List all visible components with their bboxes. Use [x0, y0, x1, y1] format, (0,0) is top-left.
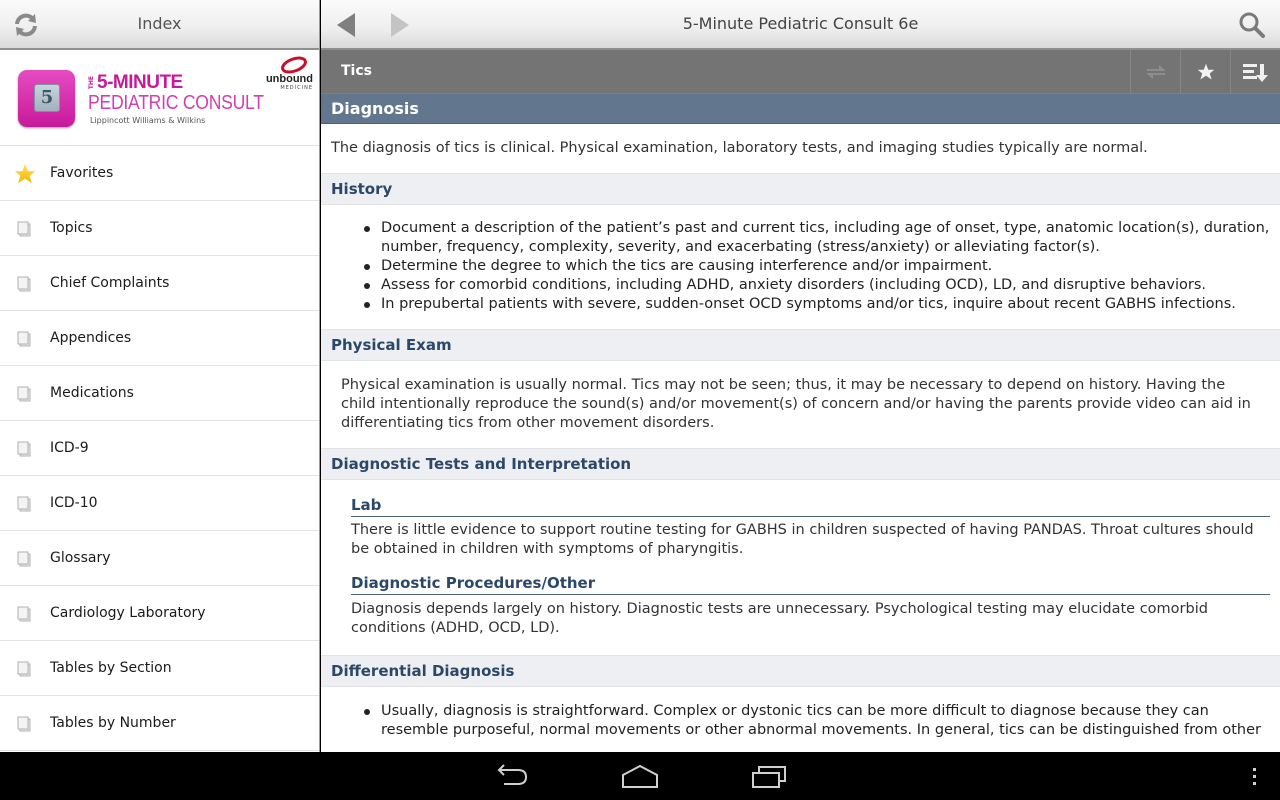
index-item-topics[interactable]: Topics: [0, 201, 319, 256]
home-icon[interactable]: [620, 764, 660, 788]
book-title: 5-Minute Pediatric Consult 6e: [682, 14, 919, 33]
topic-bar: Tics: [321, 50, 1280, 94]
search-icon[interactable]: [1238, 11, 1266, 39]
section-heading-differential-diagnosis[interactable]: Differential Diagnosis: [321, 655, 1280, 687]
index-item-label: Topics: [50, 220, 93, 236]
subheading-lab: Lab: [351, 496, 1270, 517]
index-item-tables-by-number[interactable]: Tables by Number: [0, 696, 319, 751]
section-heading-physical-exam[interactable]: Physical Exam: [321, 329, 1280, 361]
index-item-label: Appendices: [50, 330, 132, 346]
back-icon[interactable]: [494, 764, 530, 788]
document-stack-icon: [17, 551, 31, 567]
index-header: Index: [0, 0, 319, 50]
lab-text: There is little evidence to support rout…: [351, 522, 1254, 557]
logo-title-line2: PEDIATRIC CONSULT: [88, 92, 264, 114]
content-pane: 5-Minute Pediatric Consult 6e Tics Diagn…: [321, 0, 1280, 752]
favorite-button[interactable]: [1180, 50, 1230, 93]
index-item-label: Favorites: [50, 165, 114, 181]
sections-menu-button[interactable]: [1230, 50, 1280, 93]
index-item-label: Glossary: [50, 550, 111, 566]
section-heading-diagnostic-tests[interactable]: Diagnostic Tests and Interpretation: [321, 448, 1280, 480]
index-item-label: Medications: [50, 385, 134, 401]
index-item-label: Cardiology Laboratory: [50, 605, 206, 621]
index-item-medications[interactable]: Medications: [0, 366, 319, 421]
differential-list: Usually, diagnosis is straightforward. C…: [321, 687, 1280, 740]
list-item: Assess for comorbid conditions, includin…: [361, 276, 1270, 295]
index-list: Favorites Topics Chief Complaints Append…: [0, 146, 319, 751]
document-stack-icon: [17, 386, 31, 402]
document-stack-icon: [17, 441, 31, 457]
link-toggle-button[interactable]: [1130, 50, 1180, 93]
index-item-label: Chief Complaints: [50, 275, 170, 291]
index-item-label: Tables by Number: [50, 715, 176, 731]
subheading-diagnostic-procedures: Diagnostic Procedures/Other: [351, 574, 1270, 595]
index-item-glossary[interactable]: Glossary: [0, 531, 319, 586]
logo-publisher: Lippincott Williams & Wilkins: [90, 116, 206, 125]
physical-exam-text: Physical examination is usually normal. …: [341, 377, 1251, 431]
unbound-brand-name: unbound: [265, 73, 313, 85]
document-stack-icon: [17, 606, 31, 622]
star-icon: [14, 163, 36, 184]
logo-the: THE: [88, 76, 95, 90]
swap-arrows-icon: [1145, 64, 1166, 79]
index-item-icd-9[interactable]: ICD-9: [0, 421, 319, 476]
index-item-cardiology-laboratory[interactable]: Cardiology Laboratory: [0, 586, 319, 641]
star-icon: [1197, 63, 1214, 79]
unbound-swoosh-icon: [281, 56, 307, 74]
logo-cube: 5: [34, 84, 60, 112]
list-item: Usually, diagnosis is straightforward. C…: [361, 702, 1270, 740]
topic-content: Diagnosis The diagnosis of tics is clini…: [321, 94, 1280, 752]
section-heading-history[interactable]: History: [321, 173, 1280, 205]
index-item-label: ICD-9: [50, 440, 89, 456]
system-navigation-bar: [0, 752, 1280, 800]
diagnostic-tests-body: Lab There is little evidence to support …: [321, 480, 1280, 655]
document-stack-icon: [17, 496, 31, 512]
list-item: In prepubertal patients with severe, sud…: [361, 295, 1270, 314]
index-item-label: Tables by Section: [50, 660, 172, 676]
topic-title: Tics: [341, 63, 372, 79]
unbound-medicine-logo: unbound MEDICINE: [266, 56, 313, 91]
document-stack-icon: [17, 716, 31, 732]
diagnosis-intro: The diagnosis of tics is clinical. Physi…: [331, 140, 1148, 156]
document-stack-icon: [17, 331, 31, 347]
document-stack-icon: [17, 276, 31, 292]
index-item-appendices[interactable]: Appendices: [0, 311, 319, 366]
section-heading-diagnosis: Diagnosis: [321, 94, 1280, 124]
section-menu-icon: [1242, 63, 1268, 82]
index-title: Index: [137, 14, 182, 33]
index-item-icd-10[interactable]: ICD-10: [0, 476, 319, 531]
procedures-text: Diagnosis depends largely on history. Di…: [351, 601, 1208, 636]
app-logo-banner: 5 THE 5-MINUTE PEDIATRIC CONSULT Lippinc…: [0, 50, 319, 146]
index-item-favorites[interactable]: Favorites: [0, 146, 319, 201]
index-pane: Index 5 THE 5-MINUTE PEDIATRIC CONSULT L…: [0, 0, 320, 752]
document-stack-icon: [17, 221, 31, 237]
content-header: 5-Minute Pediatric Consult 6e: [321, 0, 1280, 50]
index-item-chief-complaints[interactable]: Chief Complaints: [0, 256, 319, 311]
logo-title-line1: 5-MINUTE: [97, 72, 183, 93]
index-item-label: ICD-10: [50, 495, 98, 511]
list-item: Document a description of the patient’s …: [361, 219, 1270, 257]
recent-apps-icon[interactable]: [750, 764, 788, 788]
app-logo-icon: 5: [18, 70, 75, 127]
unbound-brand-sub: MEDICINE: [280, 85, 313, 91]
index-item-tables-by-section[interactable]: Tables by Section: [0, 641, 319, 696]
document-stack-icon: [17, 661, 31, 677]
list-item: Determine the degree to which the tics a…: [361, 257, 1270, 276]
overflow-menu-icon[interactable]: [1248, 764, 1260, 788]
history-list: Document a description of the patient’s …: [321, 205, 1280, 329]
